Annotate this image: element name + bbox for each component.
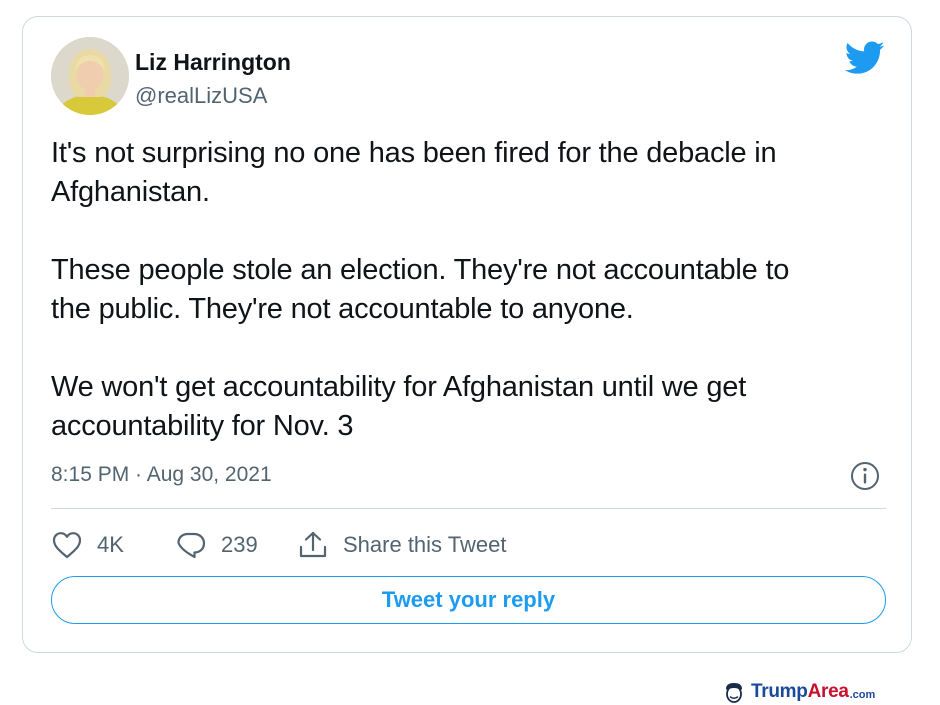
info-icon[interactable]: [849, 460, 881, 492]
share-button[interactable]: Share this Tweet: [297, 530, 506, 560]
like-button[interactable]: 4K: [51, 530, 175, 560]
heart-icon: [52, 532, 82, 559]
share-label: Share this Tweet: [343, 532, 507, 557]
tweet-timestamp[interactable]: 8:15 PM · Aug 30, 2021: [51, 463, 272, 487]
watermark-text-com: .com: [849, 689, 876, 701]
author-name[interactable]: Liz Harrington: [135, 49, 291, 76]
avatar[interactable]: [51, 37, 129, 115]
twitter-bird-icon[interactable]: [845, 41, 885, 75]
divider: [51, 508, 886, 509]
tweet-paragraph: These people stole an election. They're …: [51, 254, 790, 325]
watermark-text-area: Area: [807, 681, 849, 702]
watermark: Trump Area .com: [722, 680, 875, 704]
speech-bubble-icon: [177, 532, 206, 559]
reply-count: 239: [221, 532, 258, 557]
tweet-text: It's not surprising no one has been fire…: [51, 134, 896, 446]
reply-button[interactable]: 239: [175, 530, 297, 560]
tweet-paragraph: We won't get accountability for Afghanis…: [51, 371, 747, 442]
like-count: 4K: [97, 532, 124, 557]
tweet-your-reply-button[interactable]: Tweet your reply: [51, 576, 886, 624]
tweet-card: Liz Harrington @realLizUSA It's not surp…: [22, 16, 912, 653]
tweet-paragraph: It's not surprising no one has been fire…: [51, 137, 777, 208]
action-bar: 4K 239 Share this Tweet: [51, 527, 506, 563]
author-handle[interactable]: @realLizUSA: [135, 83, 267, 109]
trump-face-logo-icon: [726, 683, 742, 703]
profile-photo-icon: [51, 37, 129, 115]
watermark-text-trump: Trump: [751, 681, 808, 702]
share-icon: [299, 531, 327, 558]
